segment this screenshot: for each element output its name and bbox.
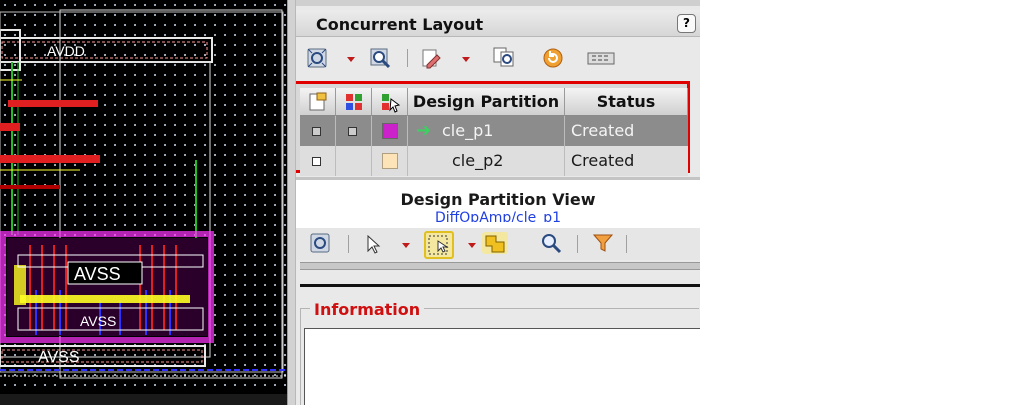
compare-icon[interactable] [492,46,514,68]
polygon-icon[interactable] [482,232,508,254]
information-label: Information [310,300,425,319]
panel-splitter[interactable] [287,0,296,405]
partition-name: cle_p1 [442,121,494,140]
row1-status-cell: Created [571,121,635,140]
partition-toolbar [296,46,700,70]
partition-props-icon [309,92,326,111]
view-bottom-border [300,284,700,287]
filter-icon[interactable] [592,232,614,254]
table-row-cle-p1[interactable]: ➔ cle_p1 Created [300,116,688,146]
information-group: Information [300,298,700,405]
avss-label-bottom: AVSS [38,349,80,366]
concurrent-layout-panel: Concurrent Layout ? Design Partition Sta… [296,0,700,405]
design-partition-view: Design Partition View DiffOpAmp/cle_p1 [296,180,700,230]
toolbar-separator [407,49,408,67]
col-header-design-partition[interactable]: Design Partition [408,88,565,116]
select-rect-icon[interactable] [424,231,454,259]
canvas-scroll-area[interactable] [0,394,290,405]
toolbar-separator [577,235,578,253]
row2-status-cell: Created [571,151,635,170]
pointer-dropdown-arrow[interactable] [402,243,410,248]
zoom-fit-icon[interactable] [306,47,328,69]
zoom-fit-icon[interactable] [309,232,331,254]
edit-partition-icon[interactable] [420,47,442,69]
row1-color-cell[interactable] [372,116,408,146]
panel-title: Concurrent Layout [316,15,484,34]
help-button[interactable]: ? [677,14,696,33]
partition-color-swatch[interactable] [382,153,398,169]
col-header-layers[interactable] [336,88,372,116]
partition-color-swatch[interactable] [382,123,398,139]
row2-props-cell[interactable] [300,146,336,176]
row1-layers-cell[interactable] [336,116,372,146]
layout-canvas[interactable]: AVDD AVSS AVSS AVSS [0,0,287,394]
information-text-area[interactable] [304,328,700,405]
col-header-color[interactable] [372,88,408,116]
panel-titlebar: Concurrent Layout ? [296,10,700,37]
avss-label-mid: AVSS [80,313,116,329]
toolbar-separator [626,235,627,253]
active-arrow-icon: ➔ [416,120,432,141]
zoom-dropdown-arrow[interactable] [347,57,355,62]
panel-top-edge [296,0,700,6]
col-header-status[interactable]: Status [565,88,688,116]
col-header-props[interactable] [300,88,336,116]
dpv-path-link[interactable]: DiffOpAmp/cle_p1 [296,209,700,222]
search-icon[interactable] [540,232,562,254]
select-dropdown-arrow[interactable] [468,243,476,248]
grid-options-icon[interactable] [586,47,616,69]
layout-drawing: AVDD AVSS AVSS AVSS [0,9,287,379]
view-scrollbar[interactable] [300,262,700,270]
toolbar-separator [348,235,349,253]
select-color-icon [381,94,400,113]
undo-icon[interactable] [542,47,564,69]
avdd-label: AVDD [47,43,85,59]
pointer-icon[interactable] [362,233,384,255]
dpv-heading: Design Partition View [400,190,596,209]
partition-name: cle_p2 [452,151,504,170]
edit-dropdown-arrow[interactable] [462,57,470,62]
view-toolbar [296,228,700,260]
table-row-cle-p2[interactable]: cle_p2 Created [300,146,688,176]
layer-palette-icon [345,94,362,110]
row1-props-cell[interactable] [300,116,336,146]
partition-table-highlight: Design Partition Status ➔ cle_p1 Created… [296,81,690,176]
zoom-select-icon[interactable] [369,47,391,69]
row2-color-cell[interactable] [372,146,408,176]
row2-layers-cell[interactable] [336,146,372,176]
row1-name-cell[interactable]: ➔ cle_p1 [408,116,565,146]
avss-label-top: AVSS [74,264,121,284]
row2-name-cell[interactable]: cle_p2 [408,146,565,176]
